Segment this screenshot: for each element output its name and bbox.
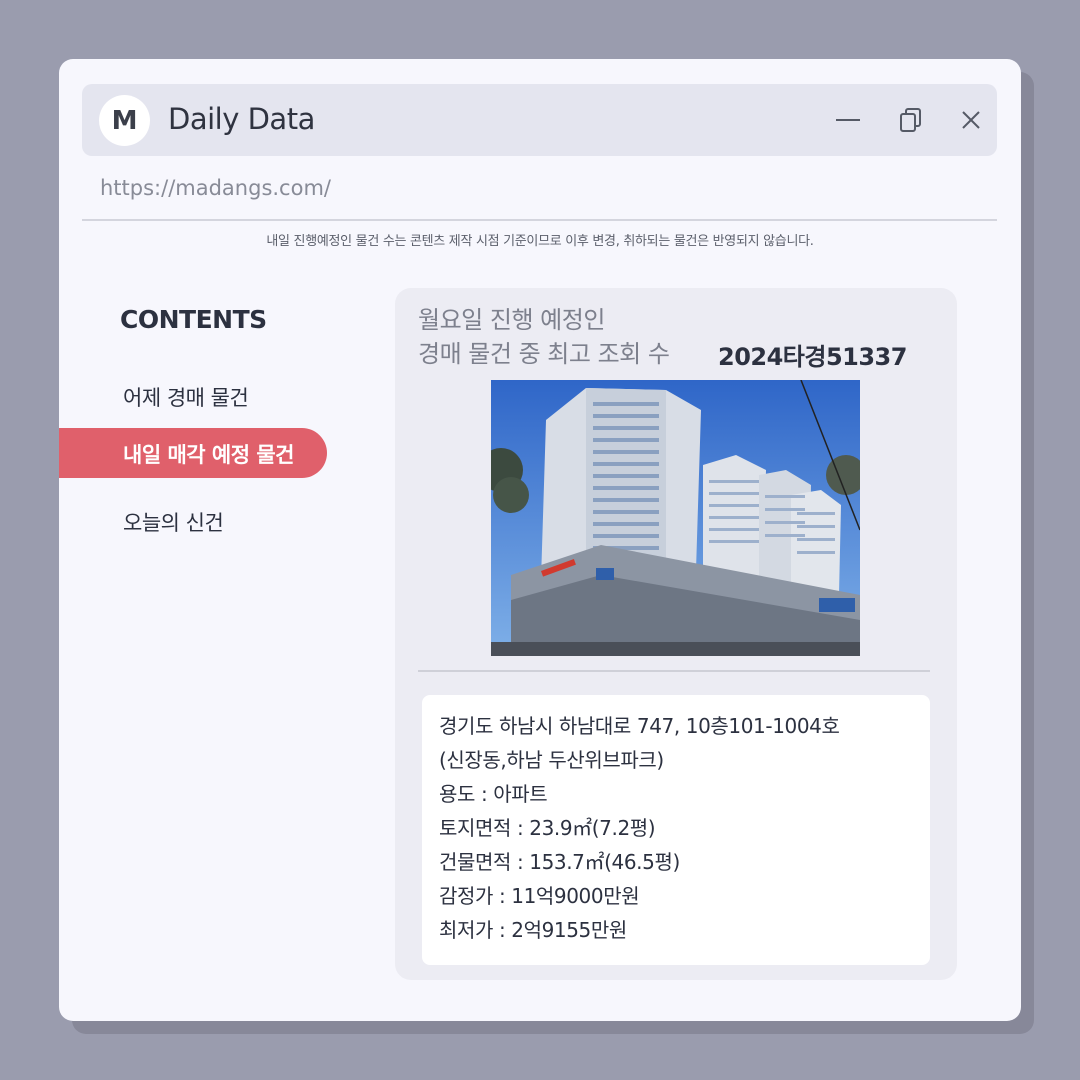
info-appraisal: 감정가 : 11억9000만원 <box>439 884 640 908</box>
restore-icon <box>900 108 921 132</box>
info-address: 경기도 하남시 하남대로 747, 10층101-1004호 <box>439 714 840 738</box>
minimize-icon <box>836 119 860 121</box>
app-title: Daily Data <box>168 102 315 136</box>
property-info-list: 경기도 하남시 하남대로 747, 10층101-1004호 (신장동,하남 두… <box>422 695 930 947</box>
sidebar-item-label: 내일 매각 예정 물건 <box>123 443 295 467</box>
restore-button[interactable] <box>895 104 927 136</box>
close-icon <box>962 111 980 129</box>
featured-listing-card: 월요일 진행 예정인 경매 물건 중 최고 조회 수 2024타경51337 경… <box>395 288 957 980</box>
notice-text: 내일 진행예정인 물건 수는 콘텐츠 제작 시점 기준이므로 이후 변경, 취하… <box>266 234 814 249</box>
info-minimum-price: 최저가 : 2억9155만원 <box>439 918 627 942</box>
sidebar-item-today-new[interactable]: 오늘의 신건 <box>123 507 224 537</box>
card-heading-line1: 월요일 진행 예정인 <box>418 306 605 334</box>
sidebar-item-tomorrow-sales[interactable]: 내일 매각 예정 물건 <box>59 428 327 478</box>
property-photo <box>491 380 860 656</box>
card-heading-line2: 경매 물건 중 최고 조회 수 <box>418 340 670 368</box>
case-number: 2024타경51337 <box>718 343 907 371</box>
divider <box>82 219 997 221</box>
title-bar: M Daily Data <box>82 84 997 156</box>
sidebar-title: CONTENTS <box>120 305 267 334</box>
card-divider <box>418 670 930 672</box>
sidebar-item-yesterday-auctions[interactable]: 어제 경매 물건 <box>123 382 249 412</box>
card-heading: 월요일 진행 예정인 경매 물건 중 최고 조회 수 <box>418 303 670 371</box>
close-button[interactable] <box>955 104 987 136</box>
info-building-area: 건물면적 : 153.7㎡(46.5평) <box>439 850 680 874</box>
property-info-box: 경기도 하남시 하남대로 747, 10층101-1004호 (신장동,하남 두… <box>422 695 930 965</box>
address-bar[interactable]: https://madangs.com/ <box>100 176 331 200</box>
avatar: M <box>99 95 150 146</box>
info-land-area: 토지면적 : 23.9㎡(7.2평) <box>439 816 656 840</box>
minimize-button[interactable] <box>832 104 864 136</box>
info-usage: 용도 : 아파트 <box>439 782 548 806</box>
browser-window: M Daily Data https://madangs.com/ 내일 진행예… <box>59 59 1021 1021</box>
info-complex: (신장동,하남 두산위브파크) <box>439 748 664 772</box>
